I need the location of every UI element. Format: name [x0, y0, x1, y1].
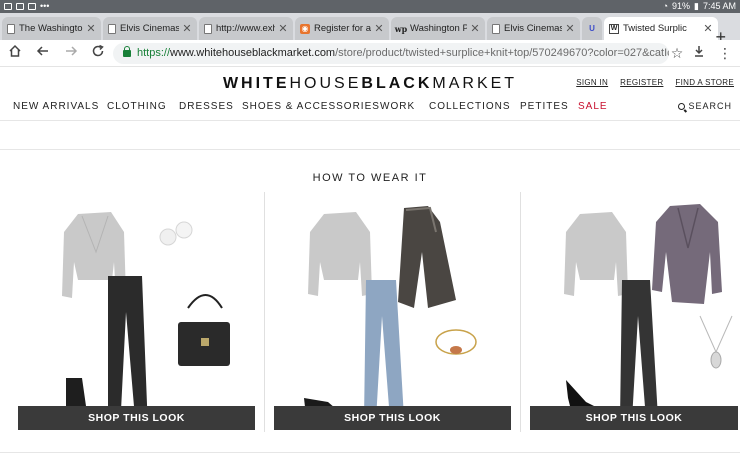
brand-word-market: MARKET [432, 75, 518, 92]
browser-toolbar: https://www.whitehouseblackmarket.com/st… [0, 40, 740, 67]
browser-tab[interactable]: Elvis Cinemas ✕ [103, 17, 197, 40]
nav-petites[interactable]: PETITES [520, 101, 569, 112]
utility-links: SIGN IN REGISTER FIND A STORE [576, 78, 734, 87]
tab-title: Elvis Cinemas [504, 23, 562, 34]
page-icon [492, 23, 500, 34]
look-divider [264, 192, 265, 432]
nav-clothing[interactable]: CLOTHING [107, 101, 167, 112]
look-divider [520, 192, 521, 432]
look-card: SHOP THIS LOOK [16, 192, 256, 438]
youtube-icon [16, 3, 24, 10]
forward-arrow-icon[interactable] [62, 44, 80, 62]
clock: 7:45 AM [702, 1, 736, 11]
shop-this-look-button[interactable]: SHOP THIS LOOK [530, 406, 738, 430]
tab-title: Elvis Cinemas [120, 23, 179, 34]
close-icon[interactable]: ✕ [182, 22, 192, 35]
tab-title: Washington Po [410, 23, 467, 34]
search-link[interactable]: SEARCH [678, 101, 732, 111]
nav-sale[interactable]: SALE [578, 101, 608, 112]
shop-this-look-button[interactable]: SHOP THIS LOOK [274, 406, 511, 430]
close-icon[interactable]: ✕ [374, 22, 384, 35]
browser-tab[interactable]: U [582, 17, 602, 40]
nav-collections[interactable]: COLLECTIONS [429, 101, 511, 112]
page-icon [7, 23, 15, 34]
url-scheme: https:// [137, 47, 171, 59]
look-card: SHOP THIS LOOK [272, 192, 512, 438]
search-label: SEARCH [688, 101, 732, 111]
nav-work[interactable]: WORK [380, 101, 415, 112]
nav-new-arrivals[interactable]: NEW ARRIVALS [13, 101, 99, 112]
url-field[interactable]: https://www.whitehouseblackmarket.com/st… [113, 43, 669, 64]
bookmark-star-icon[interactable]: ☆ [668, 44, 686, 62]
look-outfit-image[interactable] [16, 192, 256, 438]
nav-dresses[interactable]: DRESSES [179, 101, 234, 112]
section-divider [0, 149, 740, 150]
find-store-link[interactable]: FIND A STORE [675, 78, 734, 87]
header-divider [0, 120, 740, 121]
sign-in-link[interactable]: SIGN IN [576, 78, 608, 87]
tab-title: Register for a F [314, 23, 371, 34]
url-path: /store/product/twisted+surplice+knit+top… [335, 47, 669, 59]
close-icon[interactable]: ✕ [278, 22, 288, 35]
u-icon: U [589, 24, 595, 33]
nav-shoes-accessories[interactable]: SHOES & ACCESSORIES [242, 101, 380, 112]
tab-title: Twisted Surplic [623, 23, 687, 34]
close-icon[interactable]: ✕ [703, 22, 713, 35]
page-icon [204, 23, 212, 34]
photos-icon [28, 3, 36, 10]
close-icon[interactable]: ✕ [86, 22, 96, 35]
search-icon [678, 102, 686, 110]
browser-tab-strip: The Washingto ✕ Elvis Cinemas ✕ http://w… [0, 13, 740, 46]
tab-title: The Washingto [19, 23, 83, 34]
battery-percent: 91% [672, 1, 691, 11]
more-notifications-icon: ••• [40, 1, 50, 11]
browser-tab[interactable]: The Washingto ✕ [2, 17, 101, 40]
download-icon[interactable] [690, 44, 708, 62]
gallery-icon [4, 3, 12, 10]
shop-this-look-button[interactable]: SHOP THIS LOOK [18, 406, 255, 430]
battery-icon: ▮ [694, 1, 699, 11]
more-menu-icon[interactable]: ⋮ [716, 44, 734, 62]
brand-word-house: HOUSE [289, 75, 362, 92]
browser-tab[interactable]: http://www.exh ✕ [199, 17, 293, 40]
home-icon[interactable] [6, 44, 24, 62]
close-icon[interactable]: ✕ [470, 22, 480, 35]
lock-icon [123, 46, 131, 57]
browser-tab[interactable]: Elvis Cinemas ✕ [487, 17, 580, 40]
browser-tab[interactable]: ◉ Register for a F ✕ [295, 17, 389, 40]
page-icon [108, 23, 116, 34]
system-status-bar: ••• ◔ 91% ▮ 7:45 AM [0, 0, 740, 13]
footer-divider [0, 452, 740, 453]
back-arrow-icon[interactable] [34, 44, 52, 62]
section-title: HOW TO WEAR IT [312, 172, 428, 184]
browser-tab[interactable]: wp Washington Po ✕ [391, 17, 485, 40]
url-host: www.whitehouseblackmarket.com [170, 47, 336, 59]
close-icon[interactable]: ✕ [565, 22, 575, 35]
tab-title: http://www.exh [216, 23, 275, 34]
brand-word-white: WHITE [222, 75, 290, 92]
look-outfit-image[interactable] [272, 192, 512, 438]
browser-tab-active[interactable]: W Twisted Surplic ✕ [604, 17, 718, 40]
main-navigation: NEW ARRIVALS CLOTHING DRESSES SHOES & AC… [13, 101, 735, 115]
brand-word-black: BLACK [361, 75, 433, 92]
look-outfit-image[interactable] [528, 192, 740, 438]
look-card: SHOP THIS LOOK [528, 192, 740, 438]
register-icon: ◉ [300, 23, 310, 34]
reload-icon[interactable] [89, 44, 107, 62]
register-link[interactable]: REGISTER [620, 78, 663, 87]
whbm-icon: W [609, 23, 619, 34]
wifi-icon: ◔ [662, 1, 668, 11]
washington-post-icon: wp [394, 23, 408, 34]
